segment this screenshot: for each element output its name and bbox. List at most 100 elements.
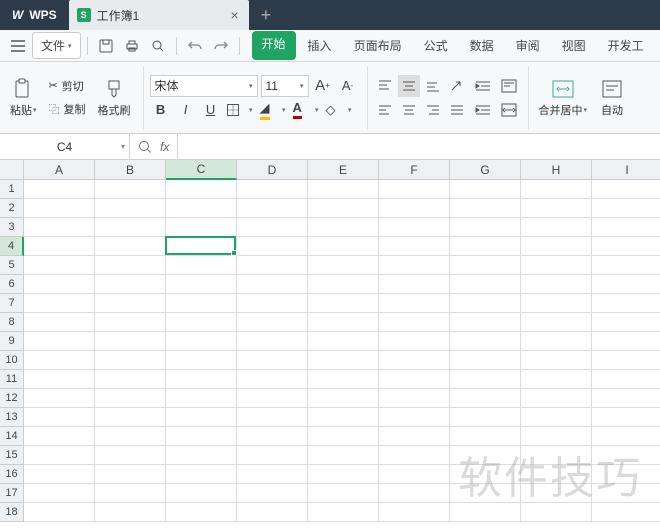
cell[interactable] [592, 351, 660, 370]
tab-data[interactable]: 数据 [460, 31, 504, 60]
decrease-indent-icon[interactable] [472, 75, 494, 97]
cell[interactable] [308, 389, 379, 408]
cell[interactable] [237, 237, 308, 256]
cell[interactable] [521, 237, 592, 256]
cell[interactable] [521, 370, 592, 389]
cell[interactable] [592, 218, 660, 237]
row-header[interactable]: 16 [0, 465, 24, 484]
cell[interactable] [521, 465, 592, 484]
cell[interactable] [166, 503, 237, 522]
cell[interactable] [592, 484, 660, 503]
align-right-icon[interactable] [422, 99, 444, 121]
cell[interactable] [308, 351, 379, 370]
save-icon[interactable] [94, 34, 118, 58]
cell[interactable] [521, 351, 592, 370]
auto-wrap-button[interactable]: 自动 [595, 76, 629, 120]
cell[interactable] [521, 446, 592, 465]
cell[interactable] [166, 465, 237, 484]
border-button[interactable]: ▾ [225, 99, 255, 121]
cell[interactable] [95, 199, 166, 218]
merge-center-button[interactable]: 合并居中▾ [535, 76, 592, 120]
cell[interactable] [521, 313, 592, 332]
cell[interactable] [521, 218, 592, 237]
cell[interactable] [237, 465, 308, 484]
cell[interactable] [24, 465, 95, 484]
cell[interactable] [24, 237, 95, 256]
italic-button[interactable]: I [175, 99, 197, 121]
tab-home[interactable]: 开始 [252, 31, 296, 60]
cell[interactable] [379, 427, 450, 446]
cell[interactable] [308, 256, 379, 275]
cell[interactable] [24, 503, 95, 522]
row-header[interactable]: 4 [0, 237, 24, 256]
wrap-text-icon[interactable] [498, 75, 520, 97]
tab-view[interactable]: 视图 [552, 31, 596, 60]
cell[interactable] [95, 370, 166, 389]
cell[interactable] [95, 465, 166, 484]
cell[interactable] [166, 294, 237, 313]
increase-indent-icon[interactable] [472, 99, 494, 121]
cell[interactable] [24, 199, 95, 218]
cell[interactable] [450, 427, 521, 446]
cell[interactable] [95, 237, 166, 256]
cell[interactable] [24, 275, 95, 294]
file-menu[interactable]: 文件 ▾ [32, 32, 81, 59]
cell[interactable] [450, 218, 521, 237]
row-header[interactable]: 1 [0, 180, 24, 199]
cell[interactable] [166, 427, 237, 446]
row-header[interactable]: 13 [0, 408, 24, 427]
cell[interactable] [308, 275, 379, 294]
cell[interactable] [24, 294, 95, 313]
font-color-button[interactable]: A ▾ [291, 99, 321, 121]
cell[interactable] [237, 370, 308, 389]
cell[interactable] [450, 503, 521, 522]
cell[interactable] [308, 484, 379, 503]
zoom-icon[interactable] [138, 140, 152, 154]
cell[interactable] [95, 389, 166, 408]
cell[interactable] [521, 294, 592, 313]
cell[interactable] [95, 484, 166, 503]
cell[interactable] [379, 237, 450, 256]
increase-font-icon[interactable]: A+ [312, 75, 334, 97]
cell[interactable] [24, 218, 95, 237]
cell[interactable] [592, 237, 660, 256]
cell[interactable] [166, 313, 237, 332]
tab-review[interactable]: 审阅 [506, 31, 550, 60]
cell[interactable] [521, 275, 592, 294]
cell[interactable] [592, 370, 660, 389]
cell[interactable] [308, 237, 379, 256]
decrease-font-icon[interactable]: A- [337, 75, 359, 97]
cell[interactable] [379, 199, 450, 218]
orientation-icon[interactable] [446, 75, 468, 97]
cell[interactable] [379, 275, 450, 294]
cell[interactable] [379, 332, 450, 351]
cell[interactable] [95, 275, 166, 294]
cell[interactable] [450, 389, 521, 408]
cell[interactable] [379, 256, 450, 275]
cell[interactable] [24, 332, 95, 351]
cell[interactable] [592, 465, 660, 484]
justify-icon[interactable] [446, 99, 468, 121]
tab-developer[interactable]: 开发工 [598, 31, 654, 60]
cell[interactable] [592, 199, 660, 218]
tab-formula[interactable]: 公式 [414, 31, 458, 60]
cell[interactable] [166, 199, 237, 218]
fill-color-button[interactable]: ◢ ▾ [258, 99, 288, 121]
column-header[interactable]: B [95, 160, 166, 180]
cell[interactable] [450, 199, 521, 218]
cell[interactable] [308, 313, 379, 332]
paste-button[interactable]: 粘贴▾ [6, 76, 41, 120]
cell[interactable] [166, 351, 237, 370]
cut-button[interactable]: ✂ 剪切 [45, 76, 90, 96]
formula-input[interactable] [177, 134, 660, 159]
cell[interactable] [166, 237, 237, 256]
column-header[interactable]: C [166, 160, 237, 180]
cell[interactable] [237, 389, 308, 408]
cell[interactable] [308, 199, 379, 218]
cell[interactable] [379, 313, 450, 332]
cell[interactable] [450, 294, 521, 313]
cell[interactable] [592, 180, 660, 199]
cell[interactable] [308, 370, 379, 389]
cell[interactable] [237, 332, 308, 351]
name-box[interactable]: C4 ▾ [0, 134, 130, 159]
